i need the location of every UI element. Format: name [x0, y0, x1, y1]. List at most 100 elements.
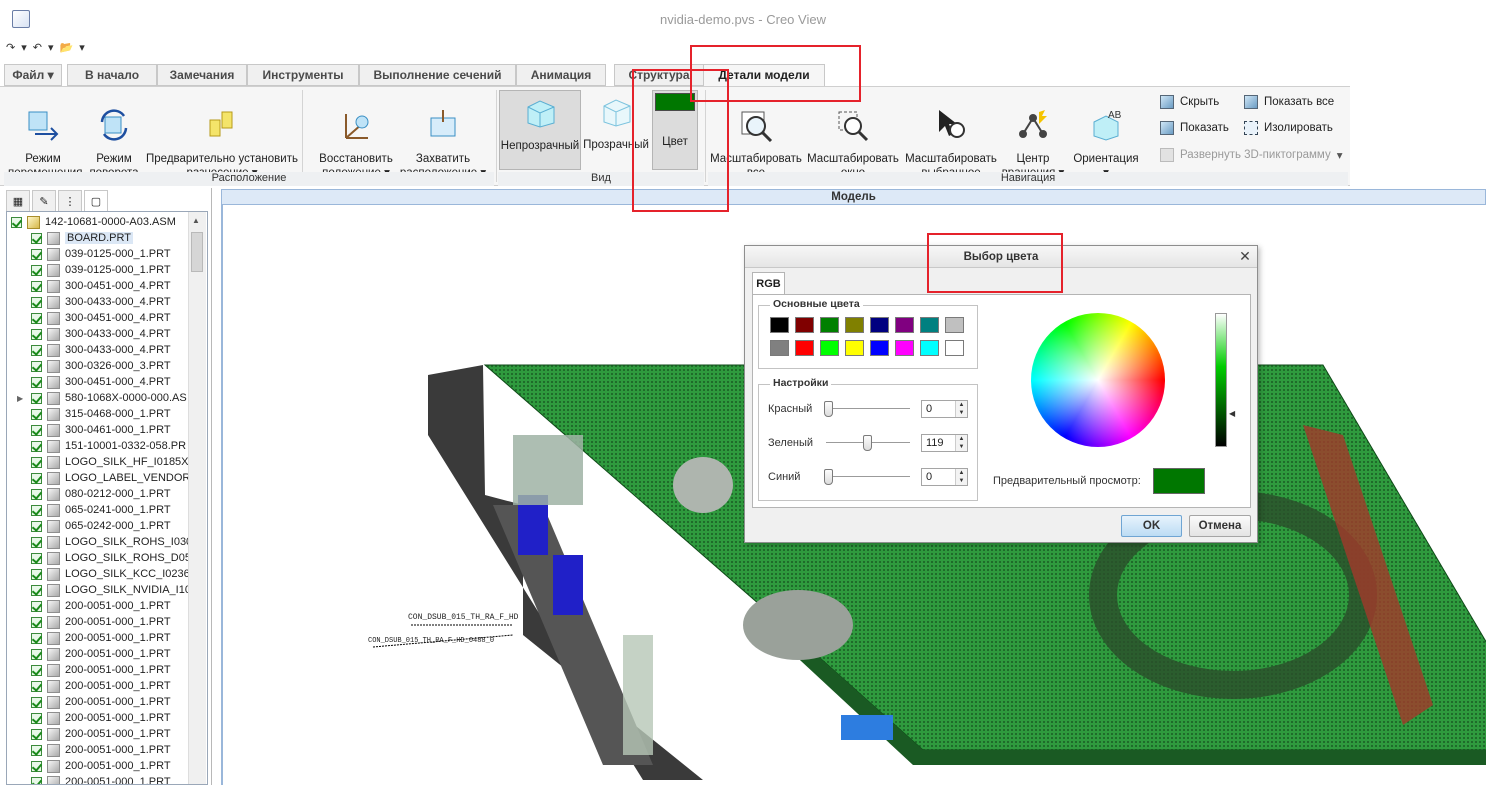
visibility-checkbox[interactable]	[31, 408, 42, 420]
expand-arrow-icon[interactable]: ▶	[17, 394, 23, 403]
color-swatch[interactable]	[945, 317, 964, 333]
visibility-checkbox[interactable]	[31, 616, 42, 628]
tree-item[interactable]: 300-0461-000_1.PRT	[31, 422, 171, 438]
tree-item[interactable]: 300-0433-000_4.PRT	[31, 342, 171, 358]
green-spinner[interactable]: ▲ ▼	[955, 435, 967, 451]
color-swatch[interactable]	[795, 317, 814, 333]
tree-item[interactable]: 300-0433-000_4.PRT	[31, 294, 171, 310]
show-button[interactable]: Показать	[1160, 121, 1229, 135]
visibility-checkbox[interactable]	[31, 568, 42, 580]
visibility-checkbox[interactable]	[31, 552, 42, 564]
visibility-checkbox[interactable]	[31, 504, 42, 516]
tree-item[interactable]: 200-0051-000_1.PRT	[31, 678, 171, 694]
tree-item[interactable]: 065-0241-000_1.PRT	[31, 502, 171, 518]
isolate-button[interactable]: Изолировать	[1244, 121, 1333, 135]
visibility-checkbox[interactable]	[31, 648, 42, 660]
tree-item[interactable]: 300-0433-000_4.PRT	[31, 326, 171, 342]
visibility-checkbox[interactable]	[31, 456, 42, 468]
tree-item[interactable]: 200-0051-000_1.PRT	[31, 774, 171, 784]
color-swatch[interactable]	[870, 317, 889, 333]
red-slider-thumb[interactable]	[824, 401, 833, 417]
spin-center-button[interactable]: Центр вращения ▾	[1000, 94, 1066, 180]
visibility-checkbox[interactable]	[31, 696, 42, 708]
undo-icon[interactable]: ↶	[33, 41, 42, 54]
tree-item[interactable]: LOGO_SILK_NVIDIA_I10	[31, 582, 191, 598]
visibility-checkbox[interactable]	[31, 296, 42, 308]
tree-item[interactable]: LOGO_SILK_HF_I0185X	[31, 454, 189, 470]
visibility-checkbox[interactable]	[31, 712, 42, 724]
red-value-input[interactable]: 0 ▲ ▼	[921, 400, 968, 418]
visibility-checkbox[interactable]	[31, 360, 42, 372]
tab-markups[interactable]: ✎	[32, 190, 56, 212]
color-button[interactable]: Цвет	[652, 90, 698, 170]
tree-item[interactable]: 200-0051-000_1.PRT	[31, 614, 171, 630]
visibility-checkbox[interactable]	[31, 680, 42, 692]
customize-qat-icon[interactable]: ▾	[79, 41, 85, 54]
visibility-checkbox[interactable]	[31, 664, 42, 676]
tree-item[interactable]: 200-0051-000_1.PRT	[31, 694, 171, 710]
tree-item[interactable]: 200-0051-000_1.PRT	[31, 758, 171, 774]
color-swatch[interactable]	[920, 317, 939, 333]
visibility-checkbox[interactable]	[31, 776, 42, 784]
color-swatch[interactable]	[845, 317, 864, 333]
color-swatch[interactable]	[820, 317, 839, 333]
tab-file[interactable]: Файл ▾	[4, 64, 62, 86]
tree-item[interactable]: LOGO_SILK_ROHS_I030	[31, 534, 192, 550]
tab-animation[interactable]: Анимация	[516, 64, 606, 86]
zoom-all-button[interactable]: Масштабировать все	[710, 94, 802, 180]
zoom-window-button[interactable]: Масштабировать окно	[806, 94, 900, 180]
restore-position-button[interactable]: Восстановить положение ▾	[316, 94, 396, 180]
tree-item[interactable]: 200-0051-000_1.PRT	[31, 710, 171, 726]
tree-item[interactable]: 200-0051-000_1.PRT	[31, 742, 171, 758]
color-swatch[interactable]	[820, 340, 839, 356]
pan-mode-button[interactable]: Режим перемещения	[8, 94, 82, 180]
capture-location-button[interactable]: Захватить расположение ▾	[398, 94, 488, 180]
transparent-button[interactable]: Прозрачный	[583, 94, 649, 152]
blue-spinner[interactable]: ▲ ▼	[955, 469, 967, 485]
tree-item[interactable]: 300-0451-000_4.PRT	[31, 374, 171, 390]
visibility-checkbox[interactable]	[31, 264, 42, 276]
tree-item[interactable]: LOGO_LABEL_VENDOR	[31, 470, 190, 486]
tree-item[interactable]: 300-0326-000_3.PRT	[31, 358, 171, 374]
visibility-checkbox[interactable]	[31, 248, 42, 260]
dropdown-arrow-icon[interactable]: ▾	[21, 41, 27, 54]
tree-item[interactable]: 200-0051-000_1.PRT	[31, 598, 171, 614]
dropdown-arrow-icon[interactable]: ▾	[48, 41, 54, 54]
tree-item[interactable]: 315-0468-000_1.PRT	[31, 406, 171, 422]
tab-model-details[interactable]: Детали модели	[703, 64, 825, 88]
tab-markup[interactable]: Замечания	[157, 64, 247, 86]
scroll-thumb[interactable]	[191, 232, 203, 272]
tree-item[interactable]: 039-0125-000_1.PRT	[31, 246, 171, 262]
tree-item[interactable]: 065-0242-000_1.PRT	[31, 518, 171, 534]
visibility-checkbox[interactable]	[31, 328, 42, 340]
color-swatch[interactable]	[795, 340, 814, 356]
tree-scrollbar[interactable]: ▲	[188, 212, 206, 784]
tree-item[interactable]: 080-0212-000_1.PRT	[31, 486, 171, 502]
visibility-checkbox[interactable]	[31, 632, 42, 644]
visibility-checkbox[interactable]	[31, 728, 42, 740]
orientation-button[interactable]: AB Ориентация ▾	[1070, 94, 1142, 180]
visibility-checkbox[interactable]	[31, 488, 42, 500]
close-icon[interactable]: ✕	[1238, 249, 1252, 263]
blue-slider[interactable]	[826, 476, 910, 478]
scroll-up-icon[interactable]: ▲	[192, 216, 202, 230]
tab-structure[interactable]: Структура	[614, 64, 704, 86]
open-folder-icon[interactable]: 📂	[60, 41, 74, 54]
color-swatch[interactable]	[870, 340, 889, 356]
dropdown-arrow-icon[interactable]: ▾	[1337, 148, 1343, 162]
visibility-checkbox[interactable]	[31, 424, 42, 436]
cancel-button[interactable]: Отмена	[1189, 515, 1251, 537]
tab-tree[interactable]: ⋮	[58, 190, 82, 212]
visibility-checkbox[interactable]	[31, 472, 42, 484]
expand-3d-thumbnail-button[interactable]: Развернуть 3D-пиктограмму ▾	[1160, 148, 1343, 162]
visibility-checkbox[interactable]	[31, 584, 42, 596]
visibility-checkbox[interactable]	[31, 536, 42, 548]
green-value-input[interactable]: 119 ▲ ▼	[921, 434, 968, 452]
color-swatch[interactable]	[920, 340, 939, 356]
hide-button[interactable]: Скрыть	[1160, 95, 1219, 109]
visibility-checkbox[interactable]	[31, 744, 42, 756]
tree-item[interactable]: 151-10001-0332-058.PR	[31, 438, 186, 454]
blue-value-input[interactable]: 0 ▲ ▼	[921, 468, 968, 486]
tab-rgb[interactable]: RGB	[752, 272, 785, 294]
color-swatch[interactable]	[895, 317, 914, 333]
